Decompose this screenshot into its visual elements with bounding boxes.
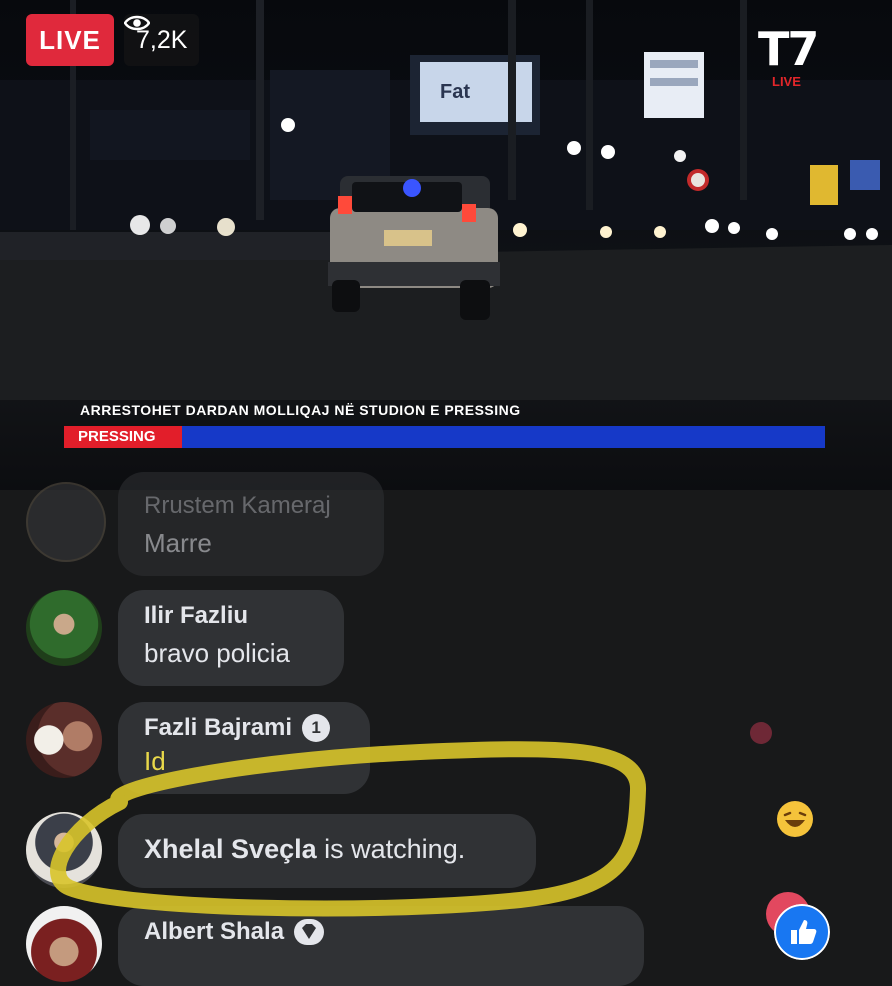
comments-panel[interactable]: Rrustem Kameraj Marre Ilir Fazliu bravo …	[0, 472, 892, 986]
like-icon[interactable]	[774, 904, 830, 960]
live-badge: LIVE	[26, 14, 114, 66]
ticker-label: PRESSING	[64, 426, 182, 448]
channel-logo: T7 LIVE	[758, 26, 836, 94]
news-headline: ARRESTOHET DARDAN MOLLIQAJ NË STUDION E …	[80, 402, 521, 418]
news-ticker: PRESSING	[64, 426, 825, 448]
love-icon	[750, 722, 772, 744]
billboard-text: Fat	[440, 81, 470, 103]
eye-icon	[124, 15, 150, 31]
haha-icon	[777, 801, 813, 837]
live-video-player[interactable]: Fat LIVE 7,2K T7 LIVE ARRESTOHET DARDAN …	[0, 0, 892, 490]
viewer-count: 7,2K	[124, 14, 200, 66]
channel-logo-live: LIVE	[772, 74, 801, 89]
channel-logo-text: T7	[758, 22, 819, 76]
